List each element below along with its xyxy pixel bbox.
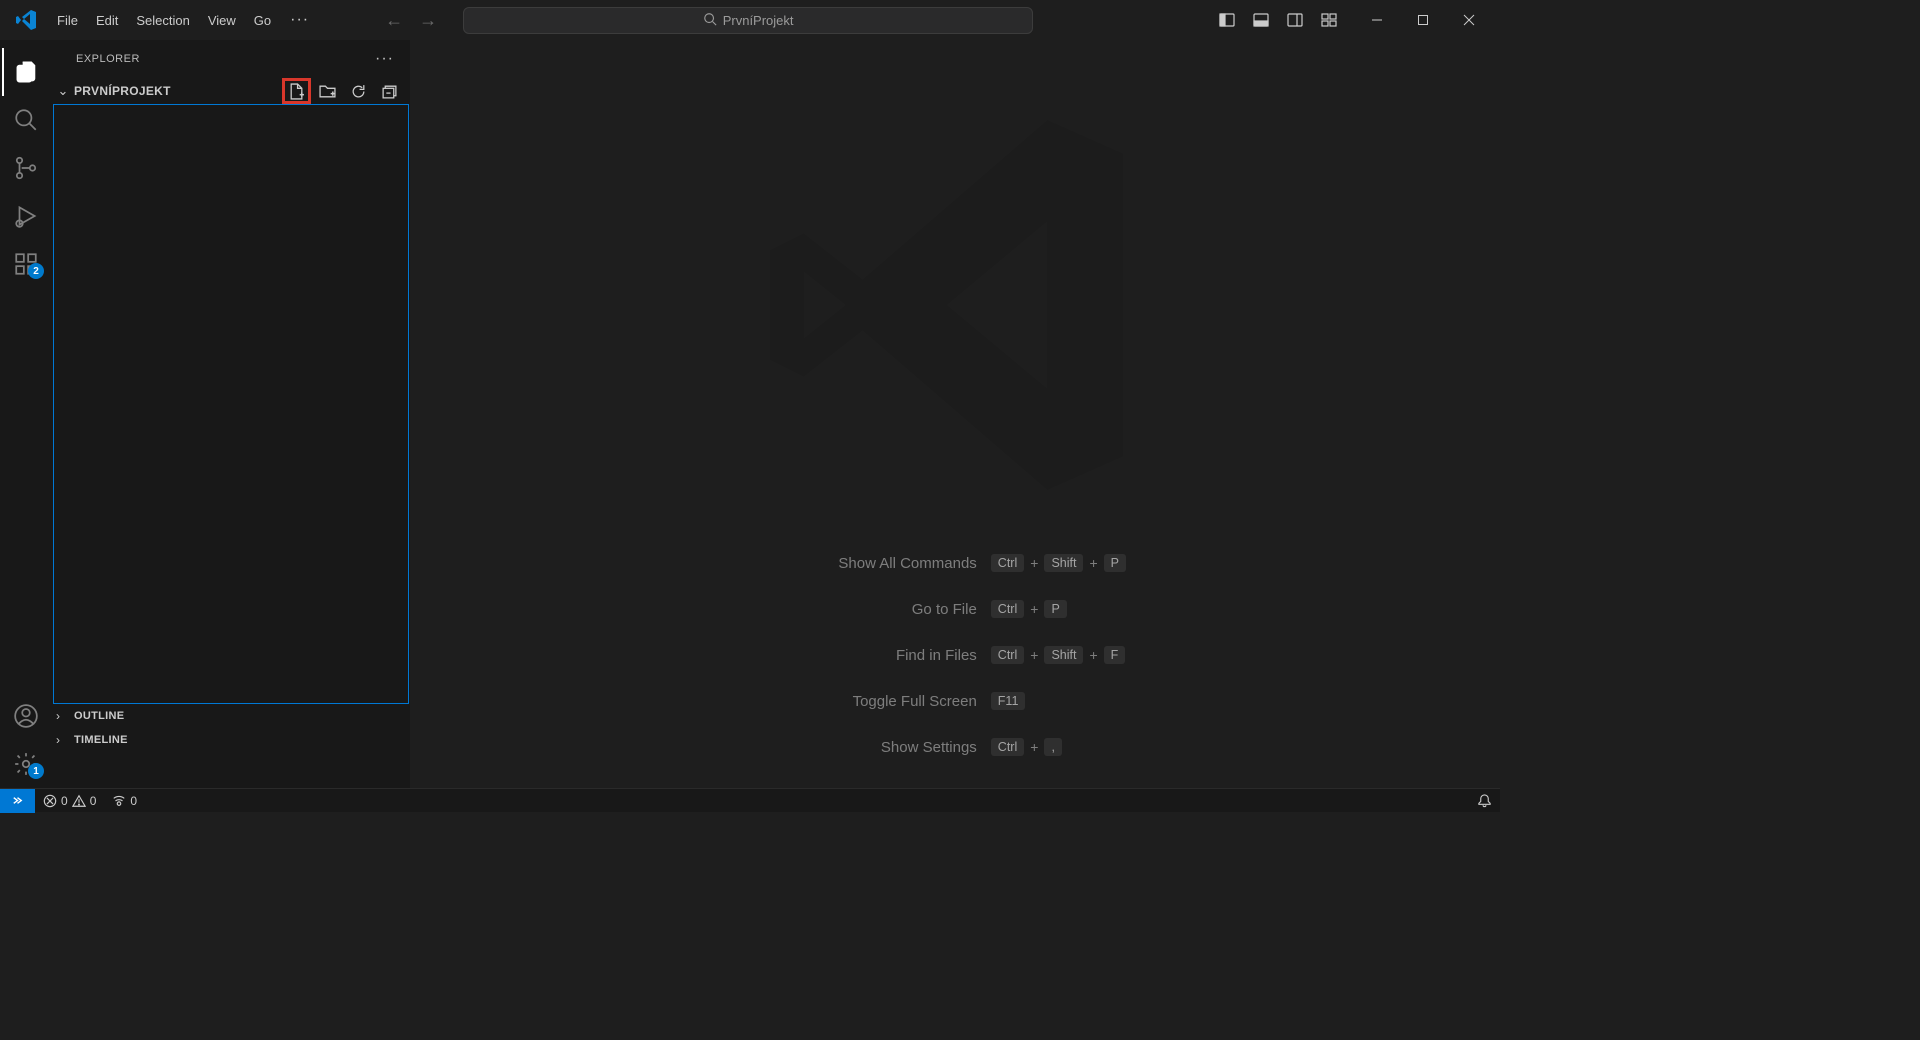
shortcut-settings-label: Show Settings [410,739,977,756]
welcome-shortcuts: Show All Commands Ctrl+ Shift+ P Go to F… [410,540,1500,770]
shortcut-fullscreen-label: Toggle Full Screen [410,693,977,710]
vscode-logo-icon [14,8,38,32]
folder-name-label: PRVNÍPROJEKT [74,84,171,98]
folder-actions [282,78,404,104]
sidebar-title: EXPLORER ··· [52,40,410,78]
menu-more[interactable]: ··· [280,5,319,35]
key-shift: Shift [1044,646,1083,664]
activity-accounts[interactable] [2,692,50,740]
key-ctrl: Ctrl [991,554,1024,572]
activity-bar: 2 1 [0,40,52,788]
window-close-icon[interactable] [1446,5,1492,35]
window-minimize-icon[interactable] [1354,5,1400,35]
new-folder-button[interactable] [313,78,342,104]
ports-count: 0 [130,794,137,808]
key-p: P [1104,554,1126,572]
sidebar-title-label: EXPLORER [76,53,140,65]
warnings-count: 0 [90,794,97,808]
explorer-sidebar: EXPLORER ··· ⌄ PRVNÍPROJEKT [52,40,410,788]
nav-arrows: ← → [379,6,443,35]
search-icon [703,12,717,29]
nav-forward-icon[interactable]: → [413,6,443,35]
vscode-watermark-icon [745,95,1165,518]
menu-go[interactable]: Go [245,7,280,34]
chevron-right-icon: › [56,733,70,747]
sidebar-more-icon[interactable]: ··· [375,50,394,68]
activity-run-debug[interactable] [2,192,50,240]
activity-settings[interactable]: 1 [2,740,50,788]
key-ctrl: Ctrl [991,738,1024,756]
collapse-folders-button[interactable] [375,78,404,104]
activity-search[interactable] [2,96,50,144]
menu-selection[interactable]: Selection [127,7,198,34]
activity-source-control[interactable] [2,144,50,192]
refresh-button[interactable] [344,78,373,104]
main-area: 2 1 EXPLORER ··· ⌄ PRVNÍPROJEKT [0,40,1500,788]
window-maximize-icon[interactable] [1400,5,1446,35]
nav-back-icon[interactable]: ← [379,6,409,35]
extensions-badge: 2 [28,263,44,279]
chevron-down-icon: ⌄ [56,83,70,99]
key-ctrl: Ctrl [991,646,1024,664]
customize-layout-icon[interactable] [1312,6,1346,34]
shortcut-go-to-file-label: Go to File [410,601,977,618]
menu-edit[interactable]: Edit [87,7,127,34]
folder-header[interactable]: ⌄ PRVNÍPROJEKT [52,78,410,104]
menu-bar: File Edit Selection View Go ··· [48,5,319,35]
outline-label: OUTLINE [74,710,124,722]
chevron-right-icon: › [56,709,70,723]
menu-file[interactable]: File [48,7,87,34]
settings-badge: 1 [28,763,44,779]
remote-window-button[interactable] [0,789,35,813]
status-ports[interactable]: 0 [104,789,145,813]
shortcut-show-commands-label: Show All Commands [410,555,977,572]
editor-area: Show All Commands Ctrl+ Shift+ P Go to F… [410,40,1500,788]
title-bar: File Edit Selection View Go ··· ← → Prvn… [0,0,1500,40]
file-tree[interactable] [53,104,409,704]
key-p: P [1044,600,1066,618]
shortcut-find-in-files-label: Find in Files [410,647,977,664]
key-f11: F11 [991,692,1026,710]
toggle-secondary-sidebar-icon[interactable] [1278,6,1312,34]
key-ctrl: Ctrl [991,600,1024,618]
activity-extensions[interactable]: 2 [2,240,50,288]
menu-view[interactable]: View [199,7,245,34]
key-shift: Shift [1044,554,1083,572]
command-center-search[interactable]: PrvníProjekt [463,7,1033,34]
errors-count: 0 [61,794,68,808]
toggle-panel-icon[interactable] [1244,6,1278,34]
timeline-section[interactable]: › TIMELINE [52,728,410,752]
outline-section[interactable]: › OUTLINE [52,704,410,728]
key-comma: , [1044,738,1061,756]
activity-explorer[interactable] [2,48,50,96]
search-text: PrvníProjekt [723,13,794,28]
timeline-label: TIMELINE [74,734,128,746]
status-notifications[interactable] [1469,789,1500,813]
key-f: F [1104,646,1126,664]
status-problems[interactable]: 0 0 [35,789,104,813]
status-bar: 0 0 0 [0,788,1500,812]
new-file-button[interactable] [282,78,311,104]
toggle-primary-sidebar-icon[interactable] [1210,6,1244,34]
